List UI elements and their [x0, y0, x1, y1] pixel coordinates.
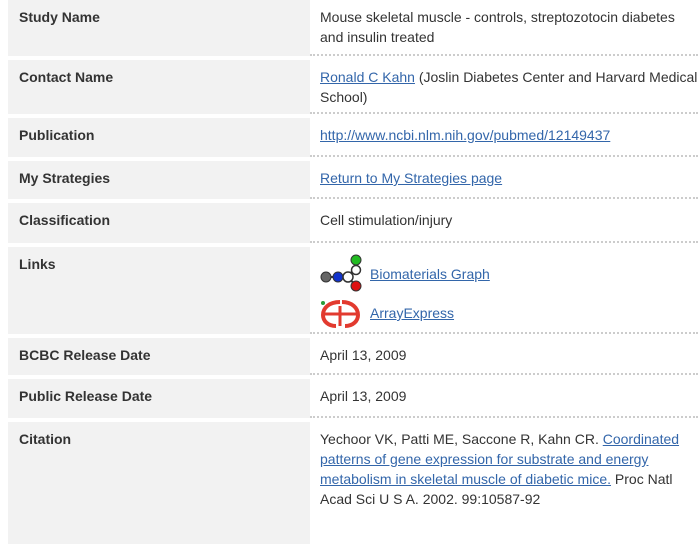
biomaterials-graph-icon — [320, 254, 362, 292]
publication-label: Publication — [19, 127, 95, 143]
row-classification: Classification Cell stimulation/injury — [8, 203, 698, 243]
biomaterials-graph-entry: Biomaterials Graph — [320, 252, 620, 292]
arrayexpress-entry: ArrayExpress — [320, 300, 620, 328]
citation-value: Yechoor VK, Patti ME, Saccone R, Kahn CR… — [320, 429, 700, 509]
my-strategies-label: My Strategies — [19, 170, 111, 186]
citation-authors: Yechoor VK, Patti ME, Saccone R, Kahn CR… — [320, 431, 599, 447]
arrayexpress-link[interactable]: ArrayExpress — [370, 303, 454, 323]
publication-link[interactable]: http://www.ncbi.nlm.nih.gov/pubmed/12149… — [320, 127, 610, 143]
study-name-value: Mouse skeletal muscle - controls, strept… — [320, 9, 675, 45]
row-separator — [310, 332, 698, 334]
row-bcbc-release-date: BCBC Release Date April 13, 2009 — [8, 338, 698, 375]
row-publication: Publication http://www.ncbi.nlm.nih.gov/… — [8, 118, 698, 157]
row-separator — [310, 416, 698, 418]
public-release-date-label: Public Release Date — [19, 388, 153, 404]
biomaterials-graph-link[interactable]: Biomaterials Graph — [370, 264, 490, 284]
row-citation: Citation Yechoor VK, Patti ME, Saccone R… — [8, 422, 698, 544]
return-to-strategies-link[interactable]: Return to My Strategies page — [320, 170, 502, 186]
links-label: Links — [19, 256, 56, 272]
arrayexpress-logo-icon — [320, 300, 361, 328]
row-links: Links Biomaterials Graph ArrayExpress — [8, 247, 698, 334]
row-contact-name: Contact Name Ronald C Kahn (Joslin Diabe… — [8, 60, 698, 114]
row-study-name: Study Name Mouse skeletal muscle - contr… — [8, 0, 698, 56]
row-separator — [310, 373, 698, 375]
row-separator — [310, 241, 698, 243]
study-name-label: Study Name — [19, 9, 100, 25]
public-release-date-value: April 13, 2009 — [320, 388, 407, 404]
bcbc-release-date-label: BCBC Release Date — [19, 347, 151, 363]
contact-name-link[interactable]: Ronald C Kahn — [320, 69, 415, 85]
classification-value: Cell stimulation/injury — [320, 212, 453, 228]
bcbc-release-date-value: April 13, 2009 — [320, 347, 407, 363]
contact-name-label: Contact Name — [19, 69, 114, 85]
contact-name-value: Ronald C Kahn (Joslin Diabetes Center an… — [320, 67, 700, 107]
row-separator — [310, 112, 698, 114]
citation-label: Citation — [19, 431, 72, 447]
row-public-release-date: Public Release Date April 13, 2009 — [8, 379, 698, 418]
row-separator — [310, 155, 698, 157]
row-separator — [310, 197, 698, 199]
classification-label: Classification — [19, 212, 111, 228]
row-my-strategies: My Strategies Return to My Strategies pa… — [8, 161, 698, 199]
row-separator — [310, 54, 698, 56]
